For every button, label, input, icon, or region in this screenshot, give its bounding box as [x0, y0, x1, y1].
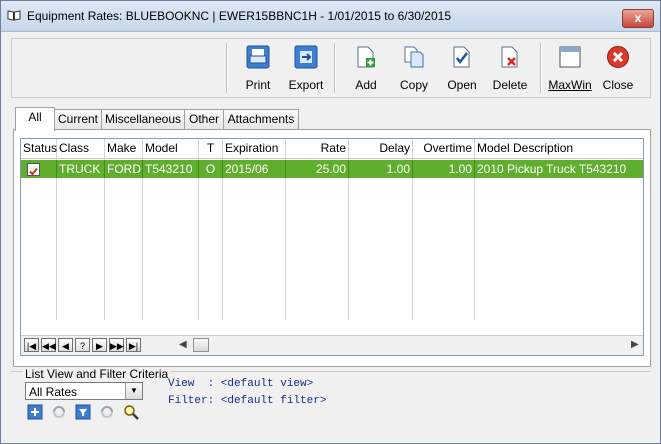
- column-divider: [56, 158, 57, 320]
- title-bar: Equipment Rates: BLUEBOOKNC | EWER15BBNC…: [1, 1, 660, 32]
- export-button[interactable]: Export: [282, 42, 330, 94]
- column-header-status[interactable]: Status: [21, 139, 57, 158]
- close-button[interactable]: Close: [594, 42, 642, 94]
- column-divider: [104, 158, 105, 320]
- refresh-filter-icon[interactable]: [99, 404, 115, 420]
- previous-page-button[interactable]: ◀◀: [41, 338, 56, 352]
- column-header-t[interactable]: T: [199, 139, 223, 158]
- tab-all[interactable]: All: [15, 107, 55, 131]
- model-description-cell: 2010 Pickup Truck T543210: [477, 162, 627, 176]
- print-button[interactable]: Print: [234, 42, 282, 94]
- column-divider: [348, 158, 349, 320]
- view-select-icon[interactable]: [27, 404, 43, 420]
- toolbar-separator: [226, 43, 228, 93]
- chevron-down-icon[interactable]: ▼: [125, 383, 142, 399]
- close-label: Close: [602, 78, 634, 92]
- column-divider: [474, 158, 475, 320]
- export-label: Export: [288, 78, 324, 92]
- filter-select-icon[interactable]: [75, 404, 91, 420]
- toolbar-separator: [334, 43, 336, 93]
- record-navigator: |◀ ◀◀ ◀ ? ▶ ▶▶ ▶| ◀ ▶: [21, 335, 643, 355]
- first-record-button[interactable]: |◀: [24, 338, 39, 352]
- column-divider: [412, 158, 413, 320]
- scroll-right-icon[interactable]: ▶: [631, 339, 639, 350]
- close-circle-icon: [607, 46, 629, 68]
- current-filter-text: Filter: <default filter>: [168, 395, 327, 407]
- export-icon: [294, 45, 318, 69]
- list-view-filter-section: List View and Filter Criteria All Rates …: [11, 367, 651, 436]
- t-cell: O: [199, 160, 223, 178]
- open-document-icon: [453, 46, 470, 68]
- tab-panel-all: Status Class Make Model T Expiration Rat…: [13, 129, 651, 367]
- window-title: Equipment Rates: BLUEBOOKNC | EWER15BBNC…: [27, 9, 451, 23]
- refresh-view-icon[interactable]: [51, 404, 67, 420]
- column-header-class[interactable]: Class: [57, 139, 105, 158]
- add-button[interactable]: Add: [342, 42, 390, 94]
- column-divider: [222, 158, 223, 320]
- model-cell: T543210: [143, 160, 199, 178]
- view-select-value: All Rates: [29, 385, 78, 399]
- add-label: Add: [355, 78, 377, 92]
- expiration-cell: 2015/06: [223, 160, 286, 178]
- checkmark-icon: [29, 167, 38, 176]
- column-divider: [198, 158, 199, 320]
- tab-miscellaneous[interactable]: Miscellaneous: [101, 109, 185, 130]
- column-divider: [285, 158, 286, 320]
- status-cell: [21, 160, 57, 178]
- column-header-overtime[interactable]: Overtime: [413, 139, 475, 158]
- column-header-model[interactable]: Model: [143, 139, 199, 158]
- tab-other[interactable]: Other: [184, 109, 224, 130]
- copy-button[interactable]: Copy: [390, 42, 438, 94]
- column-header-rate[interactable]: Rate: [286, 139, 349, 158]
- overtime-cell: 1.00: [413, 160, 475, 178]
- scroll-left-icon[interactable]: ◀: [179, 339, 187, 350]
- column-header-model-description[interactable]: Model Description: [475, 139, 643, 158]
- column-divider: [142, 158, 143, 320]
- make-cell: FORD: [107, 160, 143, 178]
- equipment-rates-window: Equipment Rates: BLUEBOOKNC | EWER15BBNC…: [0, 0, 661, 444]
- current-view-text: View : <default view>: [168, 378, 314, 390]
- add-document-icon: [357, 46, 375, 68]
- last-record-button[interactable]: ▶|: [126, 338, 141, 352]
- maximize-window-icon: [559, 46, 581, 68]
- previous-record-button[interactable]: ◀: [58, 338, 73, 352]
- window-close-button[interactable]: x: [622, 9, 654, 28]
- status-checkbox[interactable]: [27, 163, 40, 176]
- view-select[interactable]: All Rates ▼: [25, 382, 143, 400]
- delay-cell: 1.00: [349, 160, 413, 178]
- grid-header: Status Class Make Model T Expiration Rat…: [21, 139, 643, 159]
- maxwin-label: MaxWin: [548, 78, 592, 92]
- next-record-button[interactable]: ▶: [92, 338, 107, 352]
- column-header-delay[interactable]: Delay: [349, 139, 413, 158]
- equipment-rates-grid[interactable]: Status Class Make Model T Expiration Rat…: [20, 138, 644, 356]
- rate-cell: 25.00: [286, 160, 349, 178]
- delete-document-icon: [501, 46, 518, 68]
- next-page-button[interactable]: ▶▶: [109, 338, 124, 352]
- open-label: Open: [447, 78, 477, 92]
- book-icon: [7, 10, 21, 21]
- open-button[interactable]: Open: [438, 42, 486, 94]
- delete-button[interactable]: Delete: [486, 42, 534, 94]
- horizontal-scrollbar-thumb[interactable]: [193, 338, 209, 352]
- delete-label: Delete: [492, 78, 528, 92]
- copy-icon: [404, 46, 424, 68]
- maxwin-button[interactable]: MaxWin: [546, 42, 594, 94]
- filter-section-label: List View and Filter Criteria: [23, 367, 171, 381]
- copy-label: Copy: [399, 78, 428, 92]
- printer-icon: [246, 45, 270, 69]
- print-label: Print: [245, 78, 271, 92]
- toolbar-separator: [540, 43, 542, 93]
- column-header-make[interactable]: Make: [105, 139, 143, 158]
- magnifier-icon[interactable]: [123, 404, 139, 420]
- table-row[interactable]: TRUCK FORD T543210 O 2015/06 25.00 1.00 …: [21, 160, 643, 178]
- toolbar: Print Export Add Copy Open Delete MaxWin…: [11, 38, 651, 98]
- class-cell: TRUCK: [57, 160, 105, 178]
- help-button[interactable]: ?: [75, 338, 90, 352]
- tab-attachments[interactable]: Attachments: [223, 109, 299, 130]
- column-header-expiration[interactable]: Expiration: [223, 139, 286, 158]
- tab-current[interactable]: Current: [54, 109, 102, 130]
